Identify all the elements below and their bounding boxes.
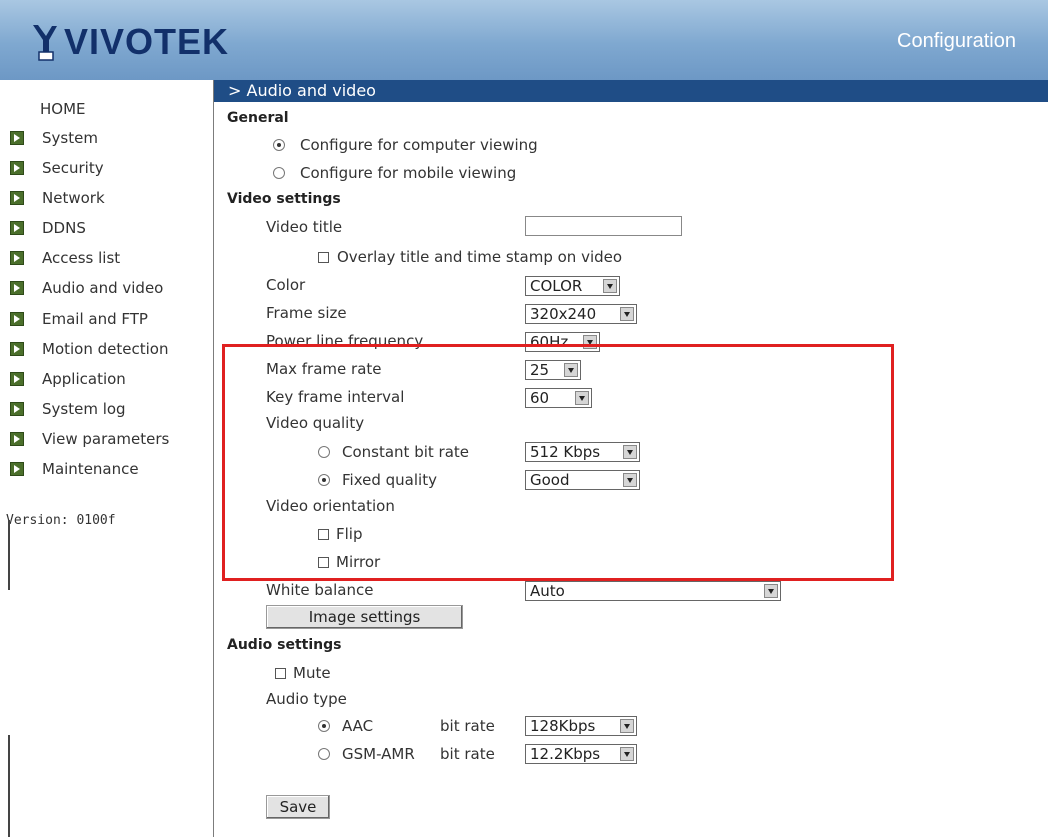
sidebar-item-home[interactable]: HOME — [40, 100, 86, 118]
video-settings-heading: Video settings — [227, 191, 341, 207]
white-balance-select[interactable]: Auto — [525, 581, 781, 601]
arrow-right-icon — [10, 251, 24, 265]
frame-size-value: 320x240 — [530, 305, 597, 323]
frame-size-select[interactable]: 320x240 — [525, 304, 637, 324]
sidebar-item-label: View parameters — [42, 430, 170, 448]
sidebar-item-view-parameters[interactable]: View parameters — [10, 428, 169, 450]
overlay-label: Overlay title and time stamp on video — [337, 248, 623, 266]
mute-label: Mute — [293, 664, 331, 682]
audio-settings-heading: Audio settings — [227, 637, 342, 653]
sidebar-item-label: Application — [42, 370, 126, 388]
aac-radio[interactable] — [318, 720, 330, 732]
logo-emblem-icon — [33, 25, 57, 61]
sidebar-item-application[interactable]: Application — [10, 368, 126, 390]
dropdown-arrow-icon — [620, 747, 634, 761]
arrow-right-icon — [10, 342, 24, 356]
gsm-amr-radio[interactable] — [318, 748, 330, 760]
mute-checkbox[interactable] — [275, 668, 286, 679]
mobile-viewing-label: Configure for mobile viewing — [300, 164, 517, 182]
arrow-right-icon — [10, 131, 24, 145]
sidebar-item-label: System — [42, 129, 98, 147]
white-balance-label: White balance — [266, 581, 374, 599]
dropdown-arrow-icon — [603, 279, 617, 293]
arrow-right-icon — [10, 221, 24, 235]
mobile-viewing-radio[interactable] — [273, 167, 285, 179]
vivotek-logo: VIVOTEK — [30, 18, 229, 66]
arrow-right-icon — [10, 191, 24, 205]
dropdown-arrow-icon — [764, 584, 778, 598]
arrow-right-icon — [10, 312, 24, 326]
gsm-bitrate-value: 12.2Kbps — [530, 745, 601, 763]
arrow-right-icon — [10, 372, 24, 386]
video-title-label: Video title — [266, 218, 343, 236]
sidebar: HOME System Security Network DDNS Access… — [0, 80, 214, 837]
arrow-right-icon — [10, 161, 24, 175]
sidebar-item-label: Audio and video — [42, 279, 164, 297]
sidebar-item-label: Motion detection — [42, 340, 169, 358]
sidebar-item-ddns[interactable]: DDNS — [10, 217, 86, 239]
video-title-input[interactable] — [525, 216, 682, 236]
computer-viewing-radio[interactable] — [273, 139, 285, 151]
sidebar-edge — [8, 520, 10, 590]
computer-viewing-label: Configure for computer viewing — [300, 136, 538, 154]
dropdown-arrow-icon — [620, 719, 634, 733]
sidebar-item-motion-detection[interactable]: Motion detection — [10, 338, 168, 360]
gsm-bitrate-label: bit rate — [440, 745, 495, 763]
sidebar-item-label: Email and FTP — [42, 310, 148, 328]
arrow-right-icon — [10, 402, 24, 416]
arrow-right-icon — [10, 462, 24, 476]
sidebar-item-label: DDNS — [42, 219, 86, 237]
highlight-box — [222, 344, 894, 581]
sidebar-item-network[interactable]: Network — [10, 187, 105, 209]
header-bar: VIVOTEK Configuration — [0, 0, 1048, 80]
section-title: > Audio and video — [228, 81, 376, 100]
sidebar-item-system-log[interactable]: System log — [10, 398, 126, 420]
sidebar-item-system[interactable]: System — [10, 127, 98, 149]
arrow-right-icon — [10, 281, 24, 295]
frame-size-label: Frame size — [266, 304, 347, 322]
white-balance-value: Auto — [530, 582, 565, 600]
dropdown-arrow-icon — [620, 307, 634, 321]
gsm-amr-label: GSM-AMR — [342, 745, 415, 763]
gsm-bitrate-select[interactable]: 12.2Kbps — [525, 744, 637, 764]
color-select[interactable]: COLOR — [525, 276, 620, 296]
sidebar-item-label: Access list — [42, 249, 121, 267]
sidebar-item-label: Security — [42, 159, 104, 177]
aac-bitrate-label: bit rate — [440, 717, 495, 735]
aac-bitrate-value: 128Kbps — [530, 717, 596, 735]
arrow-right-icon — [10, 432, 24, 446]
sidebar-item-security[interactable]: Security — [10, 157, 104, 179]
page-title: Configuration — [897, 30, 1016, 52]
audio-type-label: Audio type — [266, 690, 347, 708]
image-settings-button[interactable]: Image settings — [266, 605, 463, 629]
color-label: Color — [266, 276, 306, 294]
aac-label: AAC — [342, 717, 374, 735]
version-text: Version: 0100f — [6, 513, 116, 528]
sidebar-edge — [8, 735, 10, 837]
general-heading: General — [227, 110, 289, 126]
sidebar-item-audio-and-video[interactable]: Audio and video — [10, 277, 163, 299]
save-button[interactable]: Save — [266, 795, 330, 819]
sidebar-item-label: Maintenance — [42, 460, 139, 478]
section-title-bar: > Audio and video — [214, 80, 1048, 102]
sidebar-item-email-and-ftp[interactable]: Email and FTP — [10, 308, 148, 330]
overlay-checkbox[interactable] — [318, 252, 329, 263]
color-select-value: COLOR — [530, 277, 583, 295]
sidebar-item-label: System log — [42, 400, 126, 418]
sidebar-item-maintenance[interactable]: Maintenance — [10, 458, 139, 480]
sidebar-item-access-list[interactable]: Access list — [10, 247, 120, 269]
sidebar-item-label: Network — [42, 189, 105, 207]
aac-bitrate-select[interactable]: 128Kbps — [525, 716, 637, 736]
brand-name: VIVOTEK — [64, 21, 230, 62]
